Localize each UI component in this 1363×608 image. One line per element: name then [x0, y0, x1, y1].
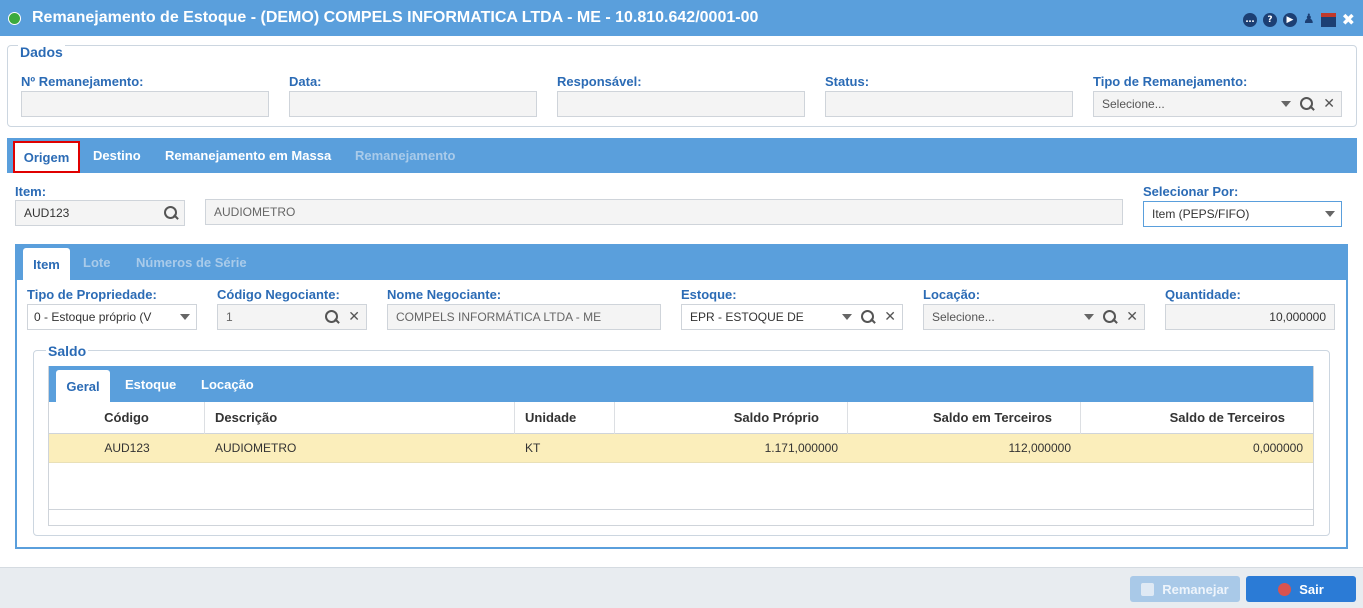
chevron-down-icon[interactable] — [180, 314, 190, 320]
saldo-legend: Saldo — [46, 343, 89, 359]
nome-negociante-field: COMPELS INFORMÁTICA LTDA - ME — [387, 304, 661, 330]
saldo-grid: Geral Estoque Locação Código Descrição U… — [48, 366, 1314, 526]
tab-remanejamento-em-massa[interactable]: Remanejamento em Massa — [165, 138, 331, 173]
data-label: Data: — [289, 74, 322, 89]
clear-icon[interactable]: ✕ — [884, 310, 896, 324]
column-header-saldo-em-terceiros[interactable]: Saldo em Terceiros — [848, 402, 1081, 434]
chevron-down-icon[interactable] — [842, 314, 853, 320]
quantidade-field[interactable]: 10,000000 — [1165, 304, 1335, 330]
locacao-label: Locação: — [923, 287, 981, 302]
remanejar-button: Remanejar — [1130, 576, 1240, 602]
main-tab-bar: Origem Destino Remanejamento em Massa Re… — [7, 138, 1357, 173]
chevron-down-icon[interactable] — [1084, 314, 1095, 320]
tipo-propriedade-controls — [176, 305, 190, 329]
cell-descricao: AUDIOMETRO — [215, 441, 297, 455]
cell-saldo-de-terceiros: 0,000000 — [1252, 441, 1303, 455]
column-header-saldo-proprio[interactable]: Saldo Próprio — [615, 402, 848, 434]
status-field[interactable] — [825, 91, 1073, 117]
search-icon[interactable] — [325, 310, 339, 324]
remanejar-label: Remanejar — [1162, 581, 1229, 597]
responsavel-label: Responsável: — [557, 74, 642, 89]
exit-icon — [1278, 582, 1292, 596]
action-bar: Remanejar Sair — [0, 567, 1363, 608]
tipo-remanejamento-select[interactable]: Selecione... ✕ — [1093, 91, 1342, 117]
nome-negociante-label: Nome Negociante: — [387, 287, 502, 302]
save-icon — [1141, 582, 1155, 596]
tipo-propriedade-value: 0 - Estoque próprio (V — [34, 310, 152, 324]
saldo-tab-bar: Geral Estoque Locação — [49, 366, 1313, 402]
cell-codigo: AUD123 — [104, 441, 150, 455]
tipo-remanejamento-placeholder: Selecione... — [1102, 97, 1165, 111]
calendar-icon[interactable] — [1320, 12, 1336, 27]
tab-origem[interactable]: Origem — [13, 141, 80, 173]
table-row[interactable]: AUD123 AUDIOMETRO KT 1.171,000000 112,00… — [49, 434, 1313, 463]
tab-destino[interactable]: Destino — [93, 138, 141, 173]
sair-label: Sair — [1299, 581, 1324, 597]
tab-locacao[interactable]: Locação — [201, 366, 254, 402]
search-icon[interactable] — [1300, 97, 1314, 111]
dados-legend: Dados — [18, 44, 65, 60]
tab-remanejamento: Remanejamento — [355, 148, 456, 163]
window-title: Remanejamento de Estoque - (DEMO) COMPEL… — [32, 9, 759, 26]
responsavel-field[interactable] — [557, 91, 805, 117]
column-header-unidade[interactable]: Unidade — [515, 402, 615, 434]
item-code-value: AUD123 — [24, 206, 70, 220]
item-code-controls — [164, 201, 178, 225]
numero-remanejamento-label: Nº Remanejamento: — [21, 74, 144, 89]
quantidade-label: Quantidade: — [1165, 287, 1241, 302]
cell-saldo-em-terceiros: 112,000000 — [1008, 441, 1071, 455]
estoque-value: EPR - ESTOQUE DE — [690, 310, 804, 324]
locacao-placeholder: Selecione... — [932, 310, 995, 324]
selecionar-por-select[interactable]: Item (PEPS/FIFO) — [1143, 201, 1342, 227]
search-icon[interactable] — [861, 310, 875, 324]
help-icon[interactable]: ? — [1262, 12, 1277, 27]
search-icon[interactable] — [1103, 310, 1117, 324]
tab-geral[interactable]: Geral — [56, 370, 110, 402]
chevron-down-icon[interactable] — [1325, 211, 1335, 217]
data-field[interactable] — [289, 91, 537, 117]
codigo-negociante-field[interactable]: 1 ✕ — [217, 304, 367, 330]
play-icon[interactable]: ▶ — [1282, 12, 1297, 27]
cell-saldo-proprio: 1.171,000000 — [764, 441, 838, 455]
grid-pager — [49, 509, 1313, 525]
selecionar-por-controls — [1325, 202, 1335, 226]
app-icon — [8, 12, 21, 25]
chat-icon[interactable]: … — [1242, 12, 1257, 27]
estoque-label: Estoque: — [681, 287, 737, 302]
clear-icon[interactable]: ✕ — [1126, 310, 1138, 324]
tipo-propriedade-label: Tipo de Propriedade: — [27, 287, 157, 302]
column-header-descricao[interactable]: Descrição — [205, 402, 515, 434]
chevron-down-icon[interactable] — [1281, 101, 1292, 107]
clear-icon[interactable]: ✕ — [1323, 97, 1335, 111]
numero-remanejamento-field[interactable] — [21, 91, 269, 117]
item-description-field: AUDIOMETRO — [205, 199, 1123, 225]
window-titlebar: Remanejamento de Estoque - (DEMO) COMPEL… — [0, 0, 1363, 36]
clear-icon[interactable]: ✕ — [348, 310, 360, 324]
estoque-select[interactable]: EPR - ESTOQUE DE ✕ — [681, 304, 903, 330]
locacao-select[interactable]: Selecione... ✕ — [923, 304, 1145, 330]
titlebar-actions: … ? ▶ ♟ ✖ — [1242, 10, 1355, 29]
table-header: Código Descrição Unidade Saldo Próprio S… — [49, 402, 1313, 434]
user-icon[interactable]: ♟ — [1303, 12, 1315, 27]
estoque-controls: ✕ — [838, 305, 896, 329]
search-icon[interactable] — [164, 206, 178, 220]
item-label: Item: — [15, 184, 47, 199]
tipo-remanejamento-label: Tipo de Remanejamento: — [1093, 74, 1248, 89]
tipo-propriedade-select[interactable]: 0 - Estoque próprio (V — [27, 304, 197, 330]
tab-estoque[interactable]: Estoque — [125, 366, 176, 402]
tipo-remanejamento-controls: ✕ — [1281, 92, 1335, 116]
sair-button[interactable]: Sair — [1246, 576, 1356, 602]
item-code-field[interactable]: AUD123 — [15, 200, 185, 226]
cell-unidade: KT — [525, 441, 541, 455]
column-header-saldo-de-terceiros[interactable]: Saldo de Terceiros — [1081, 402, 1313, 434]
column-header-codigo[interactable]: Código — [49, 402, 205, 434]
selecionar-por-label: Selecionar Por: — [1143, 184, 1239, 199]
codigo-negociante-value: 1 — [226, 310, 233, 324]
codigo-negociante-controls: ✕ — [325, 305, 360, 329]
close-icon[interactable]: ✖ — [1342, 10, 1355, 29]
locacao-controls: ✕ — [1084, 305, 1138, 329]
status-label: Status: — [825, 74, 870, 89]
codigo-negociante-label: Código Negociante: — [217, 287, 340, 302]
selecionar-por-value: Item (PEPS/FIFO) — [1152, 207, 1250, 221]
